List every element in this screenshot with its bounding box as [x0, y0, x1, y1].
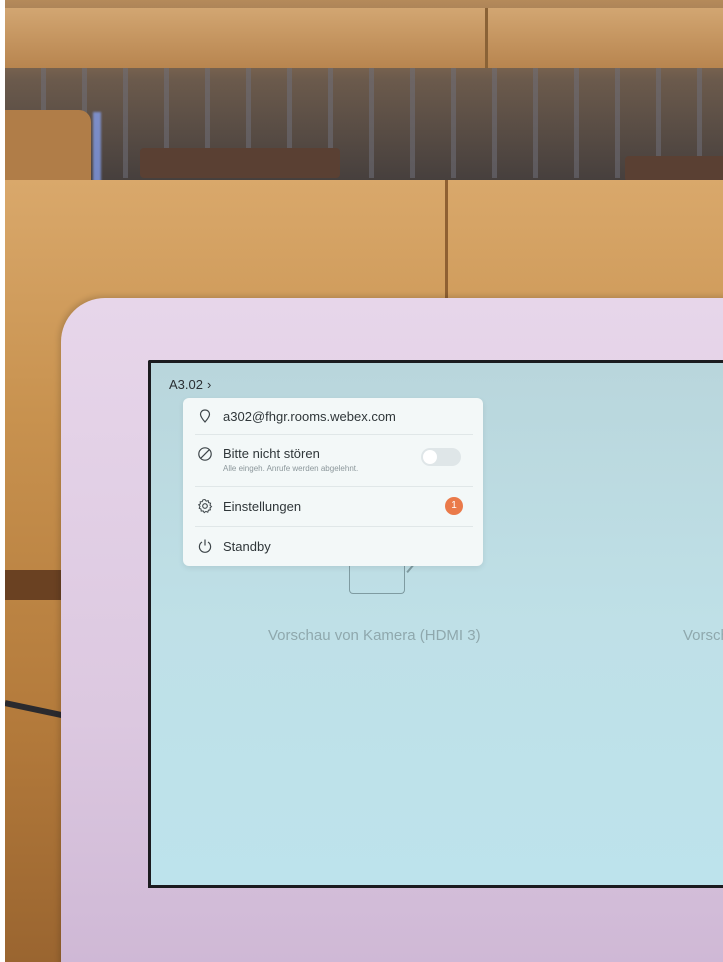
chair-seat — [625, 156, 723, 182]
gear-icon — [197, 498, 213, 514]
menu-item-standby[interactable]: Standby — [183, 528, 483, 564]
menu-divider — [195, 434, 473, 435]
preview-label: Vorschau von Kamera (HDMI 3) — [268, 627, 481, 644]
standby-label: Standby — [223, 539, 271, 554]
settings-label: Einstellungen — [223, 499, 302, 514]
dnd-label: Bitte nicht stören — [223, 446, 320, 461]
menu-item-settings[interactable]: Einstellungen 1 — [183, 490, 483, 524]
desk-seam — [445, 180, 448, 300]
menu-divider — [195, 486, 473, 487]
address-label: a302@fhgr.rooms.webex.com — [223, 409, 396, 424]
location-pin-icon — [197, 408, 213, 424]
desk-seam — [485, 8, 488, 68]
rear-desk — [5, 8, 723, 68]
power-icon — [197, 538, 213, 554]
preview-label-secondary: Vorsch — [683, 627, 723, 644]
chair-back — [5, 110, 91, 180]
chevron-right-icon[interactable]: › — [207, 377, 211, 392]
menu-divider — [195, 526, 473, 527]
menu-item-do-not-disturb[interactable]: Bitte nicht stören Alle eingeh. Anrufe w… — [183, 436, 483, 484]
touch-panel-screen: A3.02 › Vorschau von Kamera (HDMI 3) Vors… — [148, 360, 723, 888]
block-icon — [197, 446, 213, 462]
chair-legs — [5, 68, 723, 178]
toggle-knob — [423, 450, 437, 464]
dnd-toggle[interactable] — [421, 448, 461, 466]
blue-light — [93, 112, 101, 182]
room-name[interactable]: A3.02 — [169, 377, 203, 392]
menu-item-address[interactable]: a302@fhgr.rooms.webex.com — [183, 398, 483, 432]
dnd-sublabel: Alle eingeh. Anrufe werden abgelehnt. — [223, 464, 359, 473]
room-menu: a302@fhgr.rooms.webex.com Bitte nicht st… — [183, 398, 483, 566]
photo-scene: A3.02 › Vorschau von Kamera (HDMI 3) Vors… — [5, 0, 723, 962]
room-title[interactable]: A3.02 › — [169, 377, 211, 392]
chair-seat — [140, 148, 340, 178]
notification-badge: 1 — [445, 497, 463, 515]
